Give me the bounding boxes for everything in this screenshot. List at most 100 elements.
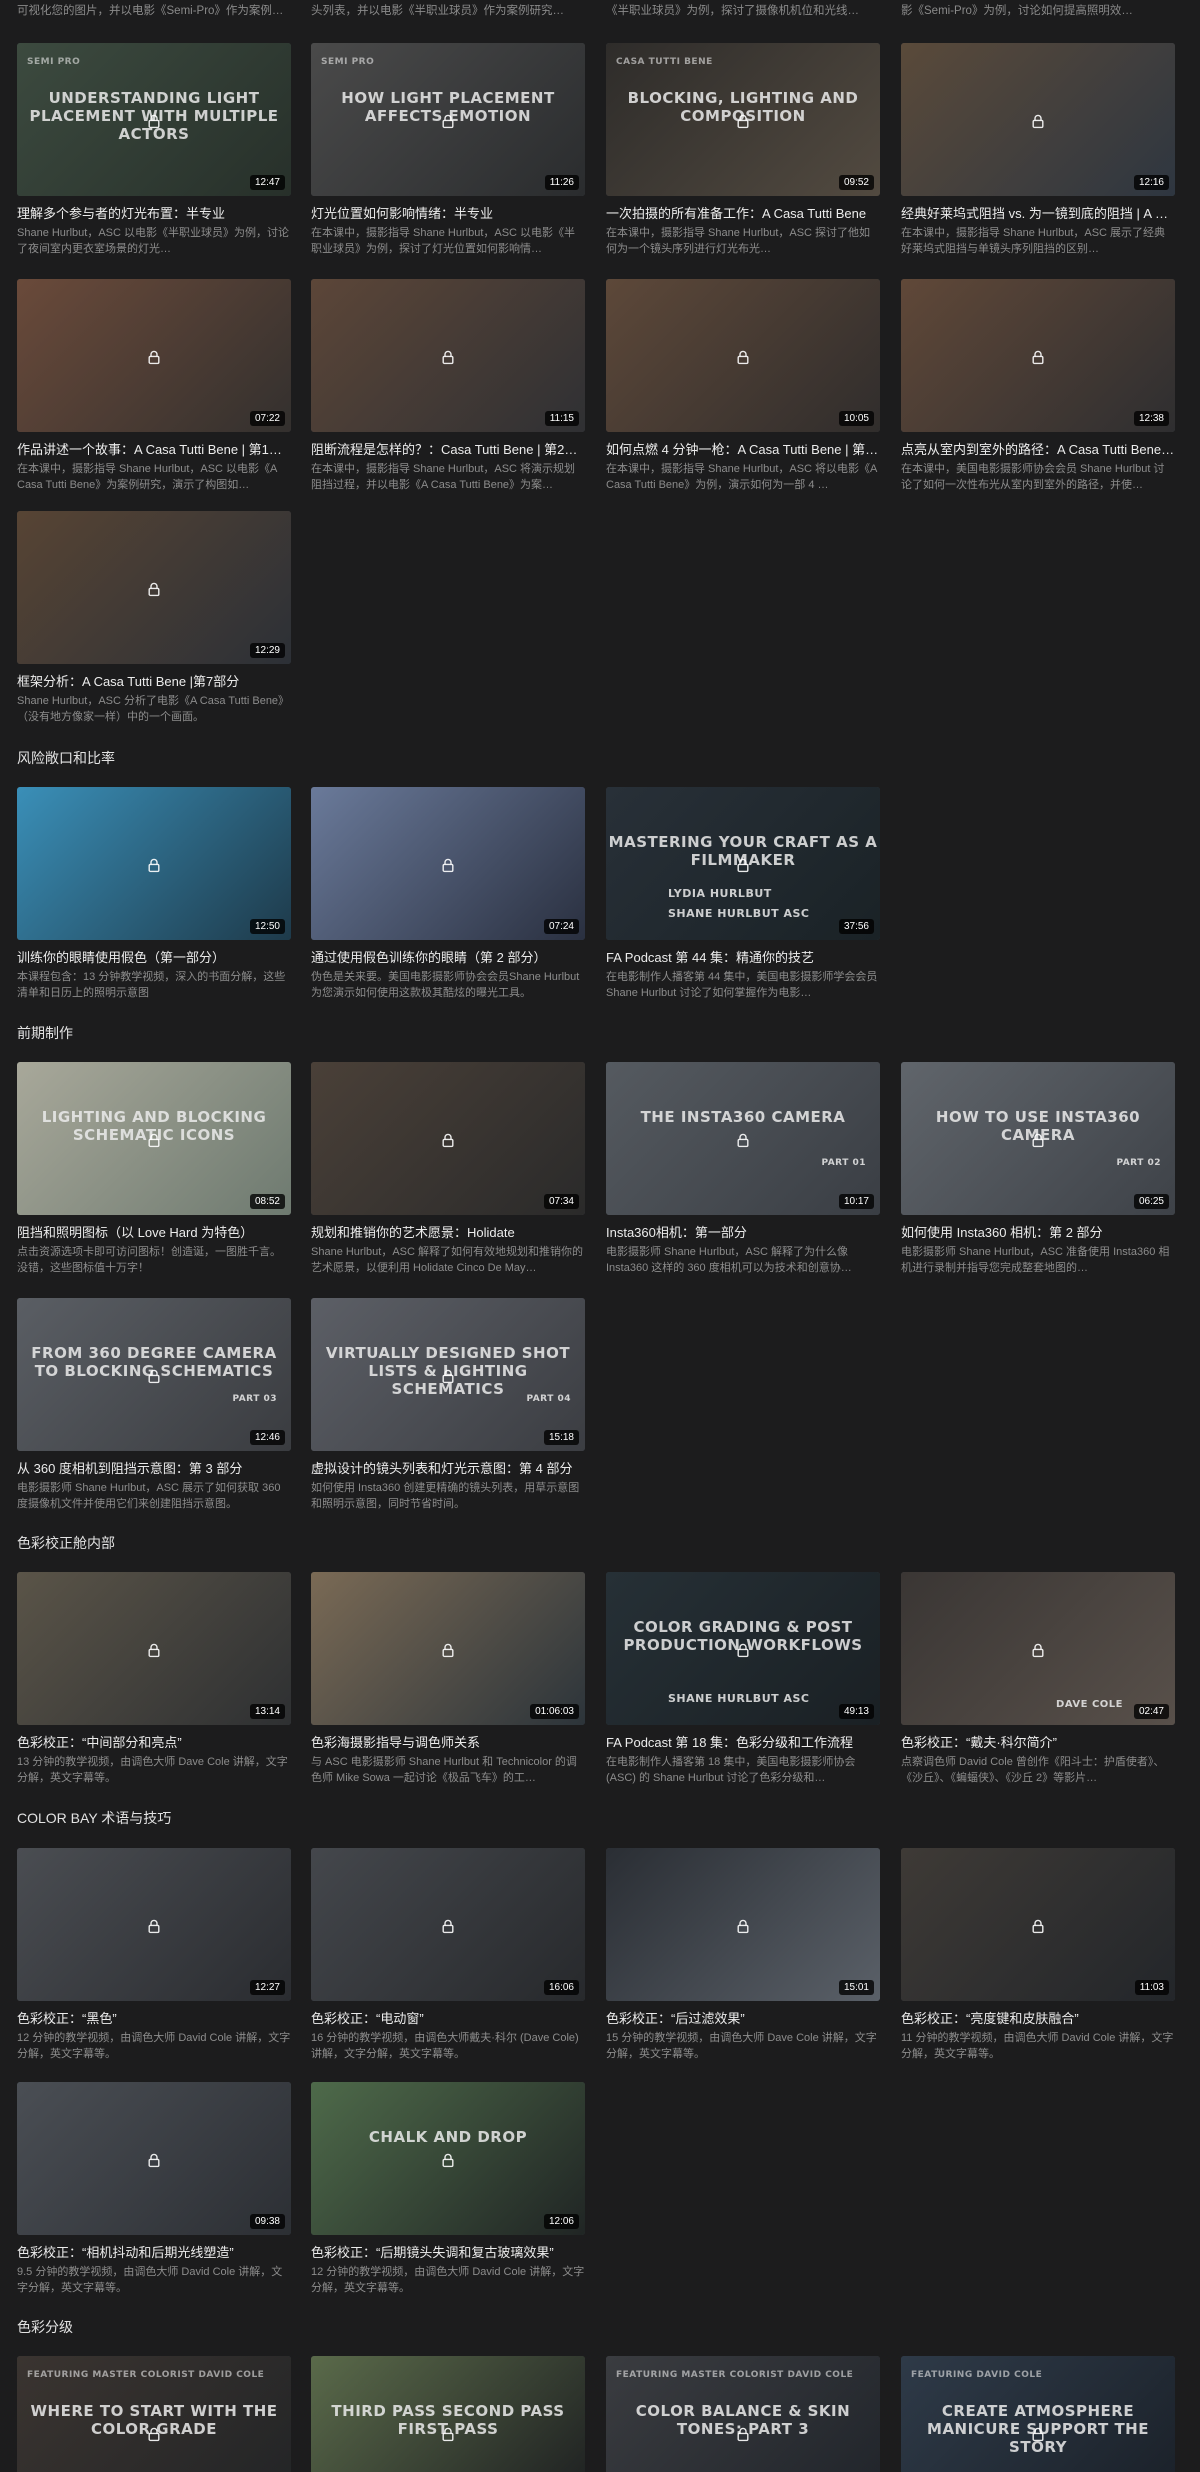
card-description: 电影摄影师 Shane Hurlbut，ASC 准备使用 Insta360 相机… bbox=[901, 1246, 1170, 1274]
card-title[interactable]: 色彩校正：“黑色” bbox=[17, 2011, 291, 2027]
course-card[interactable]: Mastering Your Craft as a Filmmaker LYDIA… bbox=[606, 787, 880, 1001]
video-thumbnail[interactable]: 11:15 bbox=[311, 279, 585, 432]
course-card[interactable]: 11:03 色彩校正：“亮度键和皮肤融合” 11 分钟的教学视频，由调色大师 Dav… bbox=[901, 1848, 1175, 2062]
card-title[interactable]: 训练你的眼睛使用假色（第一部分） bbox=[17, 950, 291, 966]
card-title[interactable]: 如何点燃 4 分钟一枪：A Casa Tutti Bene | 第3部分 bbox=[606, 442, 880, 458]
video-thumbnail[interactable]: 01:06:03 bbox=[311, 1572, 585, 1725]
lock-icon bbox=[442, 1369, 454, 1383]
course-card[interactable]: 12:27 色彩校正：“黑色” 12 分钟的教学视频，由调色大师 David Col… bbox=[17, 1848, 291, 2062]
card-title[interactable]: 色彩校正：“后期镜头失调和复古玻璃效果” bbox=[311, 2245, 585, 2261]
lock-icon bbox=[442, 350, 454, 364]
course-card[interactable]: 07:24 通过使用假色训练你的眼睛（第 2 部分） 伪色是关来要。美国电影摄影师协… bbox=[311, 787, 585, 1001]
lock-icon bbox=[442, 1919, 454, 1933]
card-title[interactable]: 框架分析：A Casa Tutti Bene |第7部分 bbox=[17, 674, 291, 690]
video-thumbnail[interactable]: From 360 Degree Camera to Blocking Schem… bbox=[17, 1298, 291, 1451]
card-title[interactable]: 通过使用假色训练你的眼睛（第 2 部分） bbox=[311, 950, 585, 966]
video-thumbnail[interactable]: 12:16 bbox=[901, 43, 1175, 196]
course-card[interactable]: FEATURING MASTER COLORIST DAVID COLE Colo… bbox=[606, 2356, 880, 2472]
card-title[interactable]: 阻断流程是怎样的？：Casa Tutti Bene | 第2部分 bbox=[311, 442, 585, 458]
card-title[interactable]: 作品讲述一个故事：A Casa Tutti Bene | 第1部分 bbox=[17, 442, 291, 458]
video-thumbnail[interactable]: 07:24 bbox=[311, 787, 585, 940]
course-card[interactable]: 12:38 点亮从室内到室外的路径：A Casa Tutti Bene | 第4部… bbox=[901, 279, 1175, 493]
card-title[interactable]: FA Podcast 第 18 集：色彩分级和工作流程 bbox=[606, 1735, 880, 1751]
video-thumbnail[interactable]: 13:14 bbox=[17, 1572, 291, 1725]
video-thumbnail[interactable]: Third Pass Second Pass First Pass bbox=[311, 2356, 585, 2472]
video-thumbnail[interactable]: How to Use Insta360 Camera PART 02 06:25 bbox=[901, 1062, 1175, 1215]
course-card[interactable]: 12:29 框架分析：A Casa Tutti Bene |第7部分 Shane H… bbox=[17, 511, 291, 725]
card-title[interactable]: 色彩校正：“相机抖动和后期光线塑造” bbox=[17, 2245, 291, 2261]
video-thumbnail[interactable]: Casa Tutti Bene Blocking, Lighting and Co… bbox=[606, 43, 880, 196]
card-title[interactable]: 理解多个参与者的灯光布置：半专业 bbox=[17, 206, 291, 222]
video-thumbnail[interactable]: Lighting and Blocking Schematic Icons 08:… bbox=[17, 1062, 291, 1215]
thumbnail-series-label: FEATURING MASTER COLORIST DAVID COLE bbox=[616, 2370, 854, 2380]
course-card[interactable]: The Insta360 Camera PART 01 10:17 Insta360相… bbox=[606, 1062, 880, 1276]
card-title[interactable]: 色彩校正：“戴夫·科尔简介” bbox=[901, 1735, 1175, 1751]
card-title[interactable]: 色彩海摄影指导与调色师关系 bbox=[311, 1735, 585, 1751]
card-title[interactable]: Insta360相机：第一部分 bbox=[606, 1225, 880, 1241]
course-card[interactable]: From 360 Degree Camera to Blocking Schem… bbox=[17, 1298, 291, 1512]
course-card[interactable]: 13:14 色彩校正：“中间部分和亮点” 13 分钟的教学视频，由调色大师 Dave… bbox=[17, 1572, 291, 1786]
video-thumbnail[interactable]: 11:03 bbox=[901, 1848, 1175, 2001]
course-card[interactable]: 12:16 经典好莱坞式阻挡 vs. 为一镜到底的阻挡 | A Casa Tutt… bbox=[901, 43, 1175, 257]
video-thumbnail[interactable]: FEATURING MASTER COLORIST DAVID COLE Wher… bbox=[17, 2356, 291, 2472]
video-thumbnail[interactable]: FEATURING MASTER COLORIST DAVID COLE Colo… bbox=[606, 2356, 880, 2472]
course-card[interactable]: 12:50 训练你的眼睛使用假色（第一部分） 本课程包含：13 分钟教学视频，深入的… bbox=[17, 787, 291, 1001]
card-title[interactable]: FA Podcast 第 44 集：精通你的技艺 bbox=[606, 950, 880, 966]
card-title[interactable]: 色彩校正：“中间部分和亮点” bbox=[17, 1735, 291, 1751]
video-thumbnail[interactable]: SEMI PRO Understanding Light Placement wi… bbox=[17, 43, 291, 196]
video-thumbnail[interactable]: 09:38 bbox=[17, 2082, 291, 2235]
card-title[interactable]: 规划和推销你的艺术愿景：Holidate bbox=[311, 1225, 585, 1241]
duration-badge: 15:01 bbox=[838, 1980, 874, 1995]
video-thumbnail[interactable]: 12:29 bbox=[17, 511, 291, 664]
card-title[interactable]: 色彩校正：“电动窗” bbox=[311, 2011, 585, 2027]
course-card[interactable]: 09:38 色彩校正：“相机抖动和后期光线塑造” 9.5 分钟的教学视频，由调色大师… bbox=[17, 2082, 291, 2296]
card-title[interactable]: 从 360 度相机到阻挡示意图：第 3 部分 bbox=[17, 1461, 291, 1477]
card-title[interactable]: 点亮从室内到室外的路径：A Casa Tutti Bene | 第4部分 bbox=[901, 442, 1175, 458]
course-card[interactable]: 15:01 色彩校正：“后过滤效果” 15 分钟的教学视频，由调色大师 Dave C… bbox=[606, 1848, 880, 2062]
course-card[interactable]: Third Pass Second Pass First Pass bbox=[311, 2356, 585, 2472]
course-card[interactable]: 07:22 作品讲述一个故事：A Casa Tutti Bene | 第1部分 在本… bbox=[17, 279, 291, 493]
card-title[interactable]: 虚拟设计的镜头列表和灯光示意图：第 4 部分 bbox=[311, 1461, 585, 1477]
course-card[interactable]: 07:34 规划和推销你的艺术愿景：Holidate Shane Hurlbut，A… bbox=[311, 1062, 585, 1276]
course-card[interactable]: Color Grading & Post Production Workflow… bbox=[606, 1572, 880, 1786]
course-card[interactable]: How to Use Insta360 Camera PART 02 06:25 如何… bbox=[901, 1062, 1175, 1276]
card-title[interactable]: 如何使用 Insta360 相机：第 2 部分 bbox=[901, 1225, 1175, 1241]
video-thumbnail[interactable]: Mastering Your Craft as a Filmmaker LYDIA… bbox=[606, 787, 880, 940]
video-thumbnail[interactable]: 12:27 bbox=[17, 1848, 291, 2001]
video-thumbnail[interactable]: FEATURING DAVID COLE Create Atmosphere Ma… bbox=[901, 2356, 1175, 2472]
course-card[interactable]: DAVE COLE 02:47 色彩校正：“戴夫·科尔简介” 点察调色师 David … bbox=[901, 1572, 1175, 1786]
course-card[interactable]: 01:06:03 色彩海摄影指导与调色师关系与 ASC 电影摄影师 Shane H… bbox=[311, 1572, 585, 1786]
course-card[interactable]: Lighting and Blocking Schematic Icons 08:… bbox=[17, 1062, 291, 1276]
card-title[interactable]: 色彩校正：“后过滤效果” bbox=[606, 2011, 880, 2027]
video-thumbnail[interactable]: 16:06 bbox=[311, 1848, 585, 2001]
course-card[interactable]: SEMI PRO How Light Placement Affects Emot… bbox=[311, 43, 585, 257]
course-card[interactable]: FEATURING MASTER COLORIST DAVID COLE Wher… bbox=[17, 2356, 291, 2472]
course-card[interactable]: FEATURING DAVID COLE Create Atmosphere Ma… bbox=[901, 2356, 1175, 2472]
course-card[interactable]: Virtually Designed Shot Lists & Lighting… bbox=[311, 1298, 585, 1512]
course-card[interactable]: Casa Tutti Bene Blocking, Lighting and Co… bbox=[606, 43, 880, 257]
card-title[interactable]: 阻挡和照明图标（以 Love Hard 为特色） bbox=[17, 1225, 291, 1241]
video-thumbnail[interactable]: 10:05 bbox=[606, 279, 880, 432]
course-card[interactable]: SEMI PRO Understanding Light Placement wi… bbox=[17, 43, 291, 257]
card-title[interactable]: 一次拍摄的所有准备工作：A Casa Tutti Bene bbox=[606, 206, 880, 222]
video-thumbnail[interactable]: Chalk and Drop 12:06 bbox=[311, 2082, 585, 2235]
card-title[interactable]: 灯光位置如何影响情绪：半专业 bbox=[311, 206, 585, 222]
video-thumbnail[interactable]: DAVE COLE 02:47 bbox=[901, 1572, 1175, 1725]
card-title[interactable]: 色彩校正：“亮度键和皮肤融合” bbox=[901, 2011, 1175, 2027]
video-thumbnail[interactable]: The Insta360 Camera PART 01 10:17 bbox=[606, 1062, 880, 1215]
video-thumbnail[interactable]: 12:38 bbox=[901, 279, 1175, 432]
video-thumbnail[interactable]: Color Grading & Post Production Workflow… bbox=[606, 1572, 880, 1725]
video-thumbnail[interactable]: SEMI PRO How Light Placement Affects Emot… bbox=[311, 43, 585, 196]
video-thumbnail[interactable]: 15:01 bbox=[606, 1848, 880, 2001]
lock-icon bbox=[148, 582, 160, 596]
video-thumbnail[interactable]: 07:22 bbox=[17, 279, 291, 432]
video-thumbnail[interactable]: 12:50 bbox=[17, 787, 291, 940]
card-title[interactable]: 经典好莱坞式阻挡 vs. 为一镜到底的阻挡 | A Casa Tutti Ben… bbox=[901, 206, 1175, 222]
video-thumbnail[interactable]: 07:34 bbox=[311, 1062, 585, 1215]
video-thumbnail[interactable]: Virtually Designed Shot Lists & Lighting… bbox=[311, 1298, 585, 1451]
course-card[interactable]: 16:06 色彩校正：“电动窗” 16 分钟的教学视频，由调色大师戴夫·科尔 (Da… bbox=[311, 1848, 585, 2062]
course-card[interactable]: 11:15 阻断流程是怎样的？：Casa Tutti Bene | 第2部分 在本课… bbox=[311, 279, 585, 493]
course-card[interactable]: Chalk and Drop 12:06 色彩校正：“后期镜头失调和复古玻璃效果” 1… bbox=[311, 2082, 585, 2296]
course-card[interactable]: 10:05 如何点燃 4 分钟一枪：A Casa Tutti Bene | 第3部… bbox=[606, 279, 880, 493]
lock-icon bbox=[148, 2427, 160, 2441]
